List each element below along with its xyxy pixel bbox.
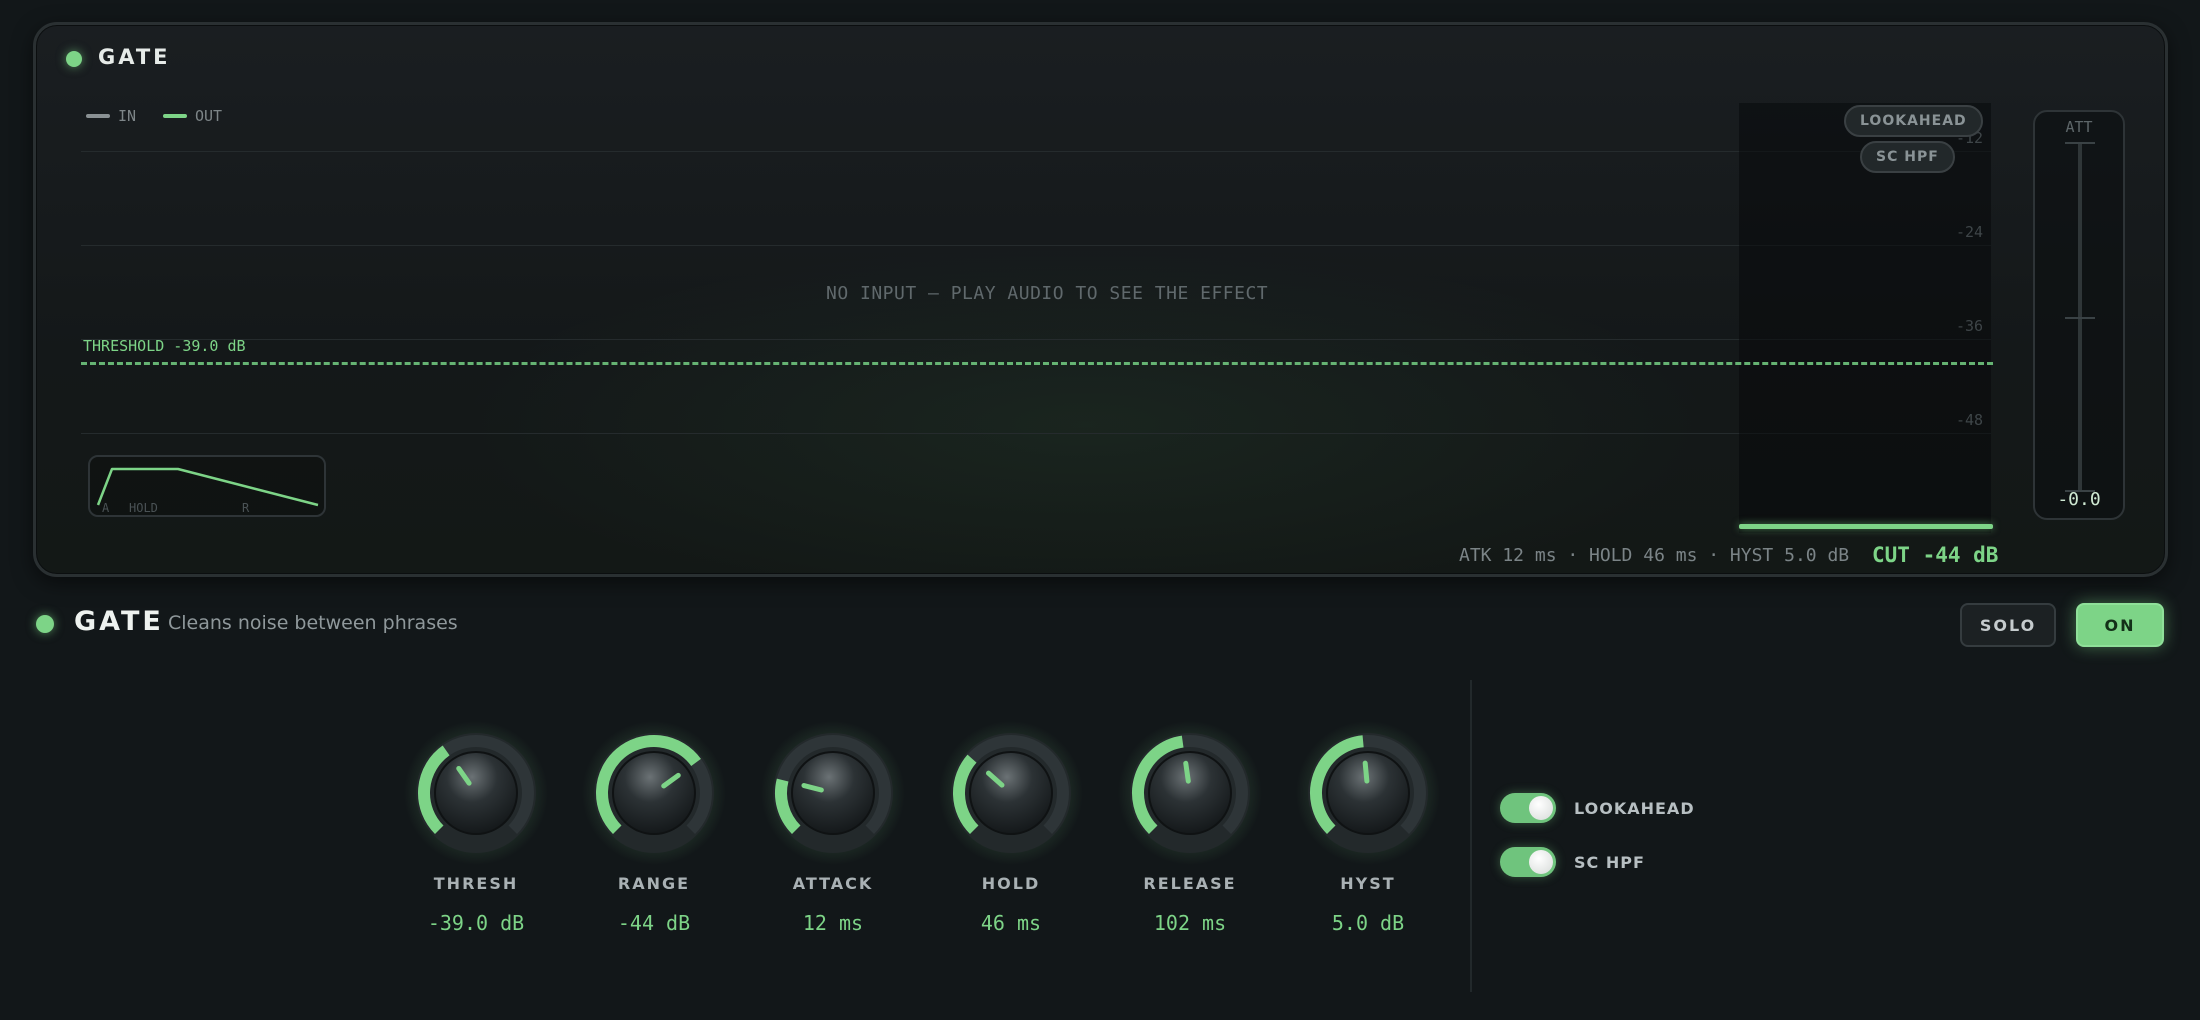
display-title: GATE [98, 45, 171, 69]
module-status-dot [36, 615, 54, 633]
release-dial[interactable] [1110, 718, 1270, 868]
knob-pointer [1362, 760, 1370, 784]
threshold-line[interactable] [81, 362, 1993, 365]
knob-hyst[interactable]: HYST 5.0 dB [1288, 718, 1448, 935]
solo-button[interactable]: SOLO [1960, 603, 2056, 647]
envelope-release-label: R [242, 501, 250, 515]
legend-out-swatch [163, 114, 187, 118]
knob-range-label: RANGE [617, 874, 691, 893]
envelope-preview: A HOLD R [88, 455, 326, 517]
attack-dial[interactable] [753, 718, 913, 868]
legend-in-swatch [86, 114, 110, 118]
knob-thresh-label: THRESH [433, 874, 519, 893]
envelope-hold-label: HOLD [129, 501, 158, 515]
knob-thresh[interactable]: THRESH -39.0 dB [396, 718, 556, 935]
knob-release-label: RELEASE [1143, 874, 1237, 893]
att-meter-tick [2065, 142, 2095, 144]
section-divider [1470, 680, 1472, 992]
envelope-curve [96, 467, 319, 507]
hyst-dial[interactable] [1288, 718, 1448, 868]
module-title: GATE [74, 606, 164, 637]
sc-hpf-pill: SC HPF [1860, 141, 1955, 173]
lookahead-toggle[interactable] [1500, 793, 1556, 823]
knob-hold-value: 46 ms [980, 911, 1042, 935]
knob-cap [1328, 753, 1408, 833]
knob-range-value: -44 dB [617, 911, 691, 935]
threshold-label[interactable]: THRESHOLD -39.0 dB [83, 337, 246, 355]
knob-cap [793, 753, 873, 833]
thresh-dial[interactable] [396, 718, 556, 868]
on-button[interactable]: ON [2076, 603, 2164, 647]
legend-out: OUT [163, 107, 222, 125]
legend-out-label: OUT [195, 107, 223, 125]
knob-release[interactable]: RELEASE 102 ms [1110, 718, 1270, 935]
knob-cap [436, 753, 516, 833]
knob-cap [614, 753, 694, 833]
toggle-thumb [1529, 796, 1553, 820]
scale-label: -24 [1956, 223, 1984, 241]
sc-hpf-toggle-label: SC HPF [1574, 852, 1645, 872]
att-meter-value: -0.0 [2057, 489, 2101, 510]
knob-release-value: 102 ms [1153, 911, 1227, 935]
knob-hold[interactable]: HOLD 46 ms [931, 718, 1091, 935]
gate-display-panel: GATE IN OUT -12 -24 -36 -48 LOOKAHEAD SC… [33, 22, 2168, 577]
knob-attack-label: ATTACK [792, 874, 874, 893]
sc-hpf-toggle[interactable] [1500, 847, 1556, 877]
scale-label: -48 [1956, 411, 1984, 429]
empty-message: NO INPUT — PLAY AUDIO TO SEE THE EFFECT [826, 283, 1269, 304]
legend-in-label: IN [118, 107, 137, 125]
toggle-thumb [1529, 850, 1553, 874]
legend-in: IN [86, 107, 136, 125]
knob-cap [971, 753, 1051, 833]
params-readout: ATK 12 ms · HOLD 46 ms · HYST 5.0 dB [1459, 545, 1850, 566]
knob-attack-value: 12 ms [802, 911, 864, 935]
knob-hold-label: HOLD [981, 874, 1041, 893]
lookahead-toggle-label: LOOKAHEAD [1574, 798, 1695, 818]
cut-readout: CUT -44 dB [1872, 543, 1999, 567]
scale-label: -36 [1956, 317, 1984, 335]
status-dot [66, 51, 82, 67]
att-meter-label: ATT [2065, 118, 2093, 136]
knob-thresh-value: -39.0 dB [427, 911, 525, 935]
attenuation-meter: ATT -0.0 [2033, 110, 2125, 520]
lookahead-toggle-row: LOOKAHEAD [1500, 793, 1695, 823]
att-meter-tick [2065, 317, 2095, 319]
gridline [81, 151, 1991, 152]
knob-attack[interactable]: ATTACK 12 ms [753, 718, 913, 935]
knob-pointer [1183, 760, 1191, 784]
lookahead-pill: LOOKAHEAD [1844, 105, 1983, 137]
knob-cap [1150, 753, 1230, 833]
hold-dial[interactable] [931, 718, 1091, 868]
range-dial[interactable] [574, 718, 734, 868]
knob-range[interactable]: RANGE -44 dB [574, 718, 734, 935]
gridline [81, 245, 1991, 246]
envelope-attack-label: A [102, 501, 110, 515]
cut-bar [1739, 524, 1993, 529]
knob-hyst-label: HYST [1340, 874, 1396, 893]
sc-hpf-toggle-row: SC HPF [1500, 847, 1645, 877]
knob-hyst-value: 5.0 dB [1331, 911, 1405, 935]
module-subtitle: Cleans noise between phrases [168, 612, 458, 634]
gridline [81, 339, 1991, 340]
gridline [81, 433, 1991, 434]
